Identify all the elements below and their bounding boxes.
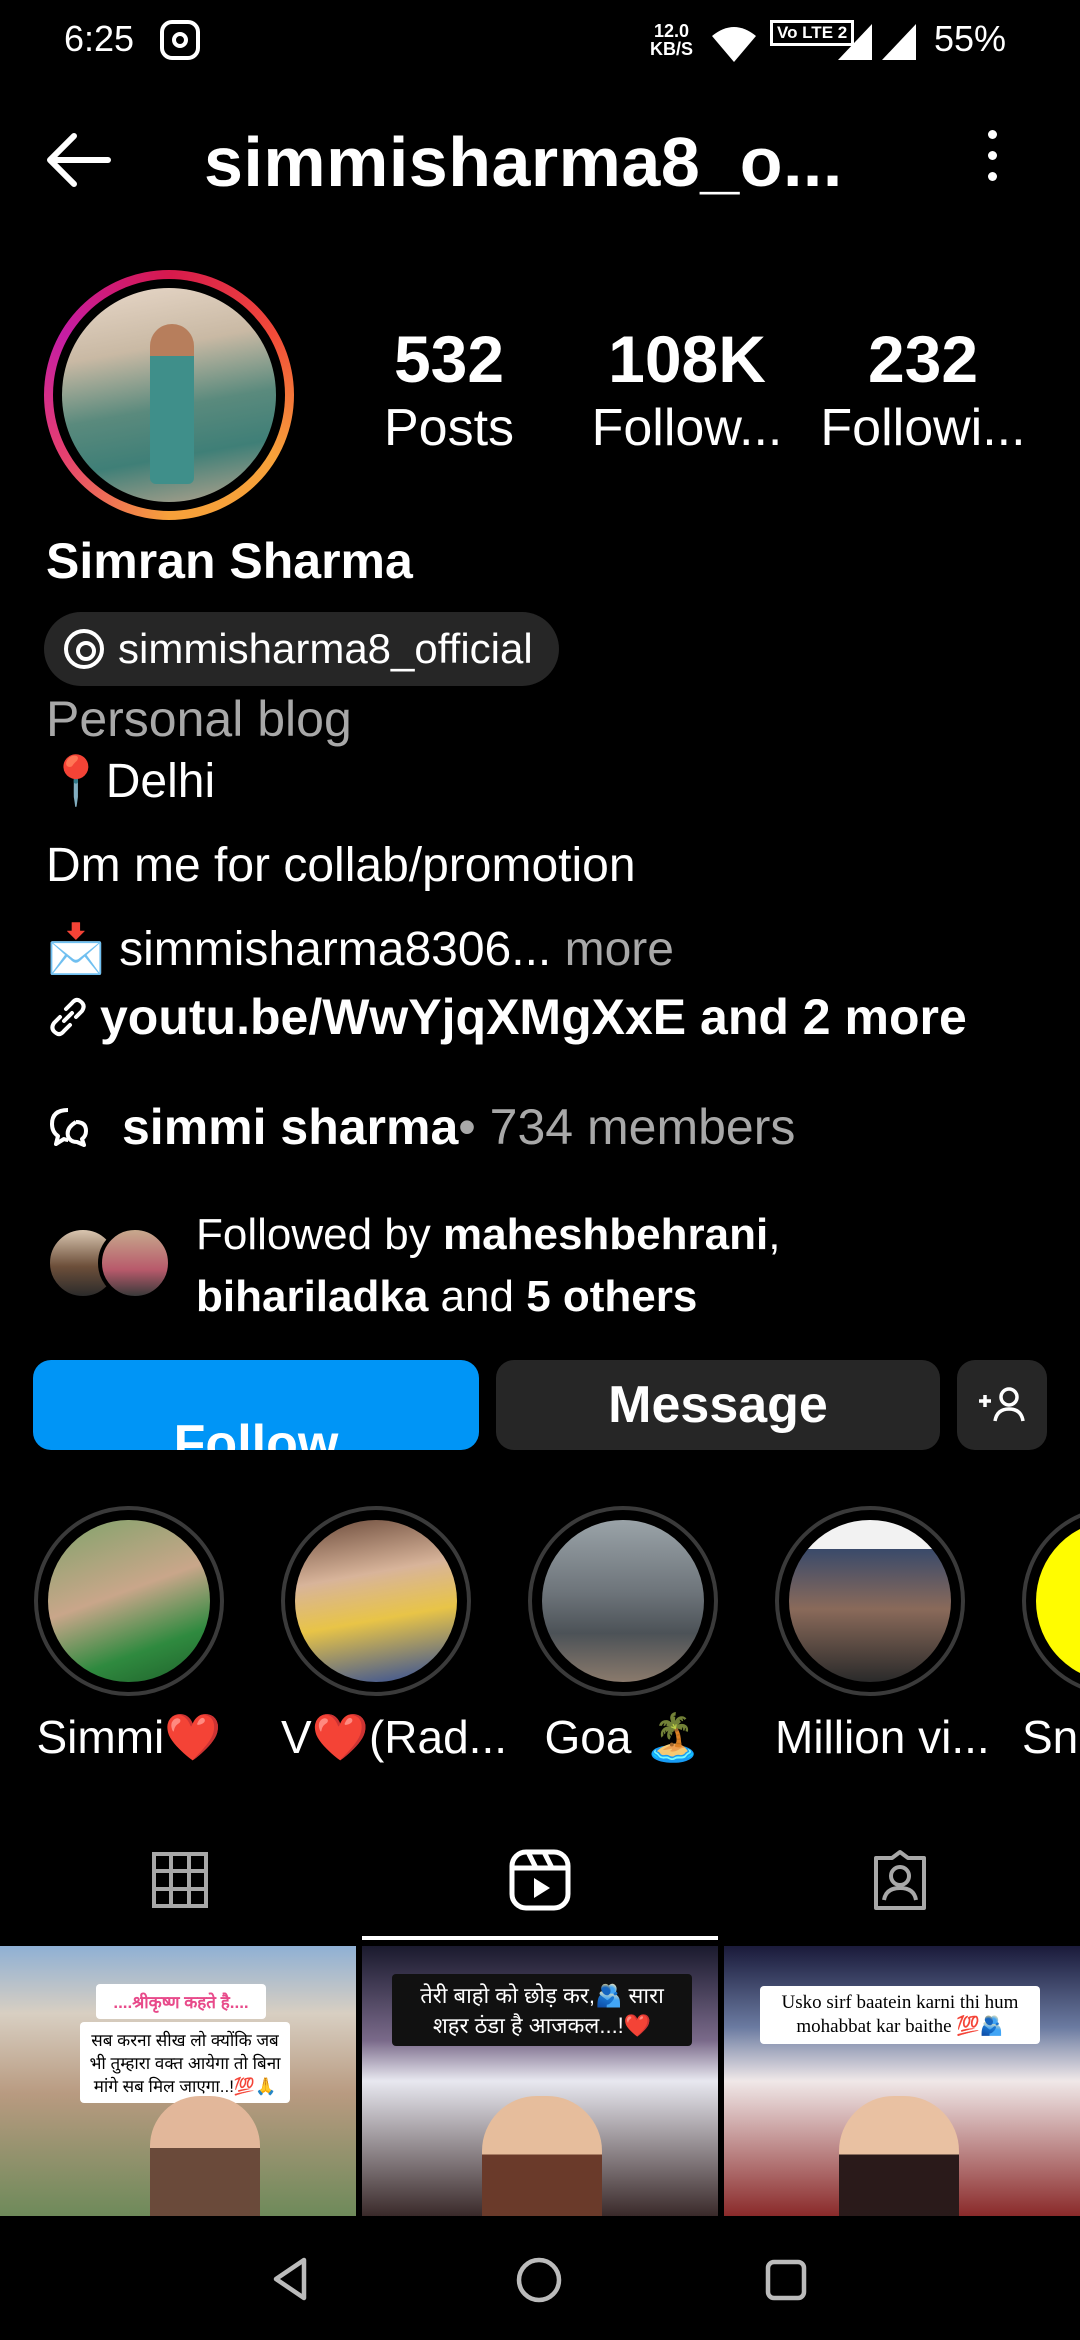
broadcast-channel[interactable]: simmi sharma • 734 members: [46, 1098, 795, 1156]
active-tab-indicator: [362, 1936, 718, 1940]
following-stat[interactable]: 232 Followi...: [818, 320, 1028, 458]
profile-username: simmisharma8_o...: [204, 123, 843, 201]
threads-badge[interactable]: simmisharma8_official: [44, 612, 559, 686]
followed-by-separator: ,: [768, 1210, 781, 1259]
posts-label: Posts: [383, 399, 515, 457]
story-highlight[interactable]: V❤️(Rad...: [281, 1506, 508, 1765]
status-bar: 6:25 12.0 KB/S Vo LTE 2 55%: [0, 0, 1080, 84]
mutual-followers[interactable]: Followed by maheshbehrani, bihariladka a…: [46, 1204, 780, 1328]
bio-email: 📩 simmisharma8306...: [46, 923, 552, 976]
threads-handle: simmisharma8_official: [118, 625, 533, 672]
profile-tabs: [0, 1820, 1080, 1940]
posts-stat[interactable]: 532 Posts: [344, 320, 554, 458]
bio-email-line: 📩 simmisharma8306... more: [46, 920, 674, 977]
suggested-users-button[interactable]: [957, 1360, 1047, 1450]
reel-thumbnail[interactable]: ....श्रीकृष्ण कहते है.... सब करना सीख लो…: [0, 1946, 356, 2216]
nav-home-icon[interactable]: [515, 2256, 563, 2304]
story-highlight[interactable]: Million vi...: [775, 1506, 990, 1764]
back-arrow-icon[interactable]: [44, 130, 112, 190]
network-speed-value: 12.0: [653, 21, 690, 41]
highlight-label: Goa 🏝️: [544, 1711, 702, 1763]
mutual-follower-name[interactable]: maheshbehrani: [443, 1210, 768, 1259]
nav-back-icon[interactable]: [268, 2256, 314, 2302]
add-person-icon: [979, 1387, 1025, 1422]
followers-stat[interactable]: 108K Follow...: [582, 320, 792, 458]
tab-tagged[interactable]: [720, 1820, 1080, 1940]
following-count: 232: [867, 322, 979, 396]
followed-by-prefix: Followed by: [196, 1210, 444, 1259]
more-options-icon[interactable]: [980, 130, 1004, 190]
highlight-cover: [295, 1520, 457, 1682]
profile-avatar-story-ring[interactable]: [44, 270, 294, 520]
profile-full-name: Simran Sharma: [46, 533, 413, 589]
bio-line: Dm me for collab/promotion: [46, 839, 636, 892]
story-highlight[interactable]: Sna: [1022, 1506, 1080, 1764]
followers-label: Follow...: [591, 399, 783, 457]
mutual-follower-name[interactable]: bihariladka: [196, 1272, 428, 1321]
tagged-person-icon: [874, 1850, 926, 1910]
reels-icon: [509, 1849, 571, 1911]
mutual-followers-others[interactable]: 5 others: [526, 1272, 697, 1321]
profile-avatar: [62, 288, 276, 502]
followed-by-and: and: [428, 1272, 527, 1321]
tab-reels[interactable]: [360, 1820, 720, 1940]
battery-level: 55%: [934, 18, 1007, 59]
story-highlight[interactable]: Goa 🏝️: [528, 1506, 718, 1765]
signal-icon: [882, 24, 916, 60]
reel-caption: Usko sirf baatein karni thi hum mohabbat…: [760, 1986, 1040, 2044]
wifi-icon: [712, 27, 756, 62]
reel-caption: तेरी बाहो को छोड़ कर,🫂 सारा शहर ठंडा है …: [392, 1974, 692, 2046]
threads-icon: [64, 629, 104, 669]
highlight-label: Sna: [1022, 1711, 1080, 1763]
highlight-cover: [48, 1520, 210, 1682]
instagram-notification-icon: [160, 20, 200, 60]
link-icon: [50, 997, 86, 1037]
posts-count: 532: [393, 322, 505, 396]
highlight-cover: [542, 1520, 704, 1682]
highlight-cover: [1036, 1520, 1080, 1682]
message-button[interactable]: Message: [496, 1360, 940, 1450]
nav-recents-icon[interactable]: [764, 2258, 808, 2302]
reel-caption-title: ....श्रीकृष्ण कहते है....: [96, 1984, 266, 2019]
system-navigation-bar: [0, 2216, 1080, 2340]
channel-members: • 734 members: [458, 1099, 796, 1155]
bio-links[interactable]: youtu.be/WwYjqXMgXxE and 2 more: [46, 988, 967, 1046]
highlight-label: Simmi❤️: [36, 1711, 222, 1763]
grid-icon: [152, 1852, 208, 1908]
broadcast-channel-icon: [50, 1108, 88, 1147]
message-button-label: Message: [608, 1376, 828, 1434]
story-highlight[interactable]: Simmi❤️: [34, 1506, 224, 1765]
mutual-follower-avatar: [98, 1226, 172, 1300]
followed-by-text: Followed by maheshbehrani, bihariladka a…: [196, 1204, 780, 1328]
highlight-label: Million vi...: [775, 1711, 990, 1763]
network-speed-unit: KB/S: [650, 39, 694, 59]
highlight-label: V❤️(Rad...: [281, 1711, 508, 1763]
bio-location: 📍Delhi: [46, 755, 216, 808]
following-label: Followi...: [820, 399, 1026, 457]
network-speed: 12.0 KB/S: [650, 22, 693, 58]
channel-name: simmi sharma: [122, 1099, 459, 1155]
highlight-cover: [789, 1520, 951, 1682]
signal-icon: [838, 24, 872, 60]
bio-more-link[interactable]: more: [551, 923, 674, 976]
followers-count: 108K: [608, 322, 766, 396]
reel-thumbnail[interactable]: तेरी बाहो को छोड़ कर,🫂 सारा शहर ठंडा है …: [362, 1946, 718, 2216]
reel-thumbnail[interactable]: Usko sirf baatein karni thi hum mohabbat…: [724, 1946, 1080, 2216]
status-time: 6:25: [64, 18, 135, 59]
profile-category: Personal blog: [46, 691, 352, 747]
follow-button[interactable]: Follow: [33, 1360, 479, 1450]
follow-button-label: Follow: [173, 1415, 339, 1450]
reel-caption: सब करना सीख लो क्योंकि जब भी तुम्हारा वक…: [80, 2022, 290, 2103]
tab-posts-grid[interactable]: [0, 1820, 360, 1940]
bio-link-text: youtu.be/WwYjqXMgXxE and 2 more: [100, 989, 967, 1045]
